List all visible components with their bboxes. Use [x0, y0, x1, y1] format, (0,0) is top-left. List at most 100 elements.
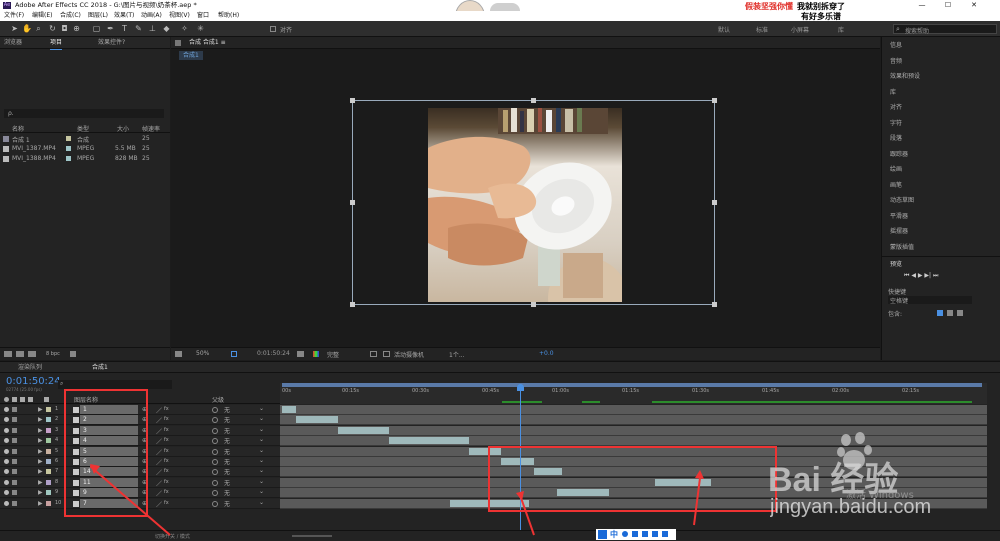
pick-whip-icon[interactable]: [212, 500, 218, 507]
lock-icon[interactable]: [175, 40, 181, 46]
expand-arrow-icon[interactable]: ▶: [38, 489, 43, 496]
eye-icon[interactable]: [4, 417, 9, 423]
workspace-default[interactable]: 默认: [718, 25, 730, 34]
region-of-interest-icon[interactable]: [231, 351, 237, 357]
pan-behind-tool-icon[interactable]: ⊕: [72, 24, 81, 33]
fx-icon[interactable]: fx: [164, 416, 169, 422]
panel-item[interactable]: 库: [890, 87, 896, 96]
maximize-button[interactable]: ☐: [936, 0, 960, 11]
panel-item[interactable]: 画笔: [890, 180, 902, 189]
interpret-footage-icon[interactable]: [4, 351, 12, 357]
layer-track[interactable]: [280, 415, 987, 426]
eye-icon[interactable]: [4, 479, 9, 485]
clone-tool-icon[interactable]: ⊥: [148, 24, 157, 33]
transform-handle[interactable]: [531, 302, 536, 307]
chevron-down-icon[interactable]: ⌄: [259, 405, 264, 412]
chevron-down-icon[interactable]: ⌄: [259, 488, 264, 495]
label-color-swatch[interactable]: [46, 500, 51, 506]
chevron-down-icon[interactable]: ⌄: [259, 447, 264, 454]
parent-select[interactable]: 无: [224, 457, 230, 466]
zoom-select[interactable]: 50%: [196, 350, 209, 357]
fx-icon[interactable]: fx: [164, 427, 169, 433]
snapshot-icon[interactable]: [297, 351, 304, 357]
parent-select[interactable]: 无: [224, 415, 230, 424]
col-fps[interactable]: 帧速率: [142, 124, 160, 133]
chevron-down-icon[interactable]: ⌄: [259, 426, 264, 433]
chevron-down-icon[interactable]: ⌄: [259, 467, 264, 474]
transform-handle[interactable]: [712, 98, 717, 103]
previous-frame-icon[interactable]: ◀: [911, 272, 916, 279]
eye-icon[interactable]: [4, 427, 9, 433]
audio-icon[interactable]: [12, 448, 17, 454]
expand-arrow-icon[interactable]: ▶: [38, 427, 43, 434]
first-frame-icon[interactable]: ⏮: [904, 272, 909, 279]
panel-item[interactable]: 平滑器: [890, 211, 908, 220]
label-color-swatch[interactable]: [46, 448, 51, 454]
menu-file[interactable]: 文件(F): [4, 11, 24, 21]
eye-icon[interactable]: [4, 438, 9, 444]
exposure-value[interactable]: +0.0: [539, 350, 554, 357]
layer-duration-bar[interactable]: [338, 426, 390, 434]
rectangle-tool-icon[interactable]: ▢: [92, 24, 101, 33]
audio-icon[interactable]: [12, 500, 17, 506]
puppet-pin-icon[interactable]: ✳: [196, 24, 205, 33]
hand-tool-icon[interactable]: ✋: [22, 24, 32, 33]
chevron-down-icon[interactable]: ⌄: [259, 436, 264, 443]
expand-arrow-icon[interactable]: ▶: [38, 448, 43, 455]
pick-whip-icon[interactable]: [212, 479, 218, 486]
panel-item[interactable]: 动态草图: [890, 195, 914, 204]
menu-animation[interactable]: 动画(A): [141, 11, 162, 21]
label-color-swatch[interactable]: [46, 469, 51, 475]
eye-icon[interactable]: [4, 448, 9, 454]
panel-item[interactable]: 音频: [890, 56, 902, 65]
brush-tool-icon[interactable]: ✎: [134, 24, 143, 33]
transform-handle[interactable]: [350, 98, 355, 103]
close-button[interactable]: ✕: [962, 0, 986, 11]
expand-arrow-icon[interactable]: ▶: [38, 500, 43, 507]
pick-whip-icon[interactable]: [212, 427, 218, 434]
user-icon[interactable]: [652, 531, 658, 537]
selection-tool-icon[interactable]: ➤: [10, 24, 19, 33]
include-overlay-icon[interactable]: [957, 310, 963, 316]
parent-select[interactable]: 无: [224, 426, 230, 435]
parent-select[interactable]: 无: [224, 405, 230, 414]
current-time-display[interactable]: 0:01:50:24: [6, 376, 61, 387]
col-parent[interactable]: 父级: [212, 395, 224, 404]
eye-icon[interactable]: [4, 469, 9, 475]
last-frame-icon[interactable]: ⏭: [933, 272, 938, 279]
label-color-swatch[interactable]: [46, 479, 51, 485]
solo-icon[interactable]: [20, 397, 25, 402]
minimize-button[interactable]: —: [910, 0, 934, 11]
layer-duration-bar[interactable]: [389, 437, 469, 445]
audio-icon[interactable]: [12, 490, 17, 496]
workspace-library[interactable]: 库: [838, 25, 844, 34]
menu-composition[interactable]: 合成(C): [60, 11, 81, 21]
parent-select[interactable]: 无: [224, 436, 230, 445]
new-folder-icon[interactable]: [16, 351, 24, 357]
audio-icon[interactable]: [12, 459, 17, 464]
panel-item[interactable]: 蒙版插值: [890, 242, 914, 251]
panel-item[interactable]: 段落: [890, 133, 902, 142]
quality-icon[interactable]: ／: [156, 427, 162, 436]
tab-effect-controls[interactable]: 效果控件?: [98, 37, 125, 49]
project-item[interactable]: MVI_1388.MP4 MPEG 828 MB 25: [0, 154, 170, 164]
eye-icon[interactable]: [4, 397, 9, 402]
align-checkbox[interactable]: [270, 26, 276, 32]
expand-arrow-icon[interactable]: ▶: [38, 458, 43, 465]
color-channel-icon[interactable]: [313, 351, 319, 357]
label-color-swatch[interactable]: [46, 427, 51, 433]
settings-icon[interactable]: [662, 531, 668, 537]
audio-icon[interactable]: [12, 438, 17, 444]
eye-icon[interactable]: [4, 407, 9, 412]
roto-brush-icon[interactable]: ✧: [180, 24, 189, 33]
transform-handle[interactable]: [350, 200, 355, 205]
transform-handle[interactable]: [531, 98, 536, 103]
layer-track[interactable]: [280, 405, 987, 415]
next-frame-icon[interactable]: ▶|: [924, 272, 931, 279]
audio-icon[interactable]: [12, 469, 17, 475]
col-type[interactable]: 类型: [77, 124, 89, 133]
parent-select[interactable]: 无: [224, 488, 230, 497]
zoom-slider[interactable]: [292, 535, 332, 537]
audio-icon[interactable]: [12, 479, 17, 485]
quality-icon[interactable]: ／: [156, 416, 162, 425]
